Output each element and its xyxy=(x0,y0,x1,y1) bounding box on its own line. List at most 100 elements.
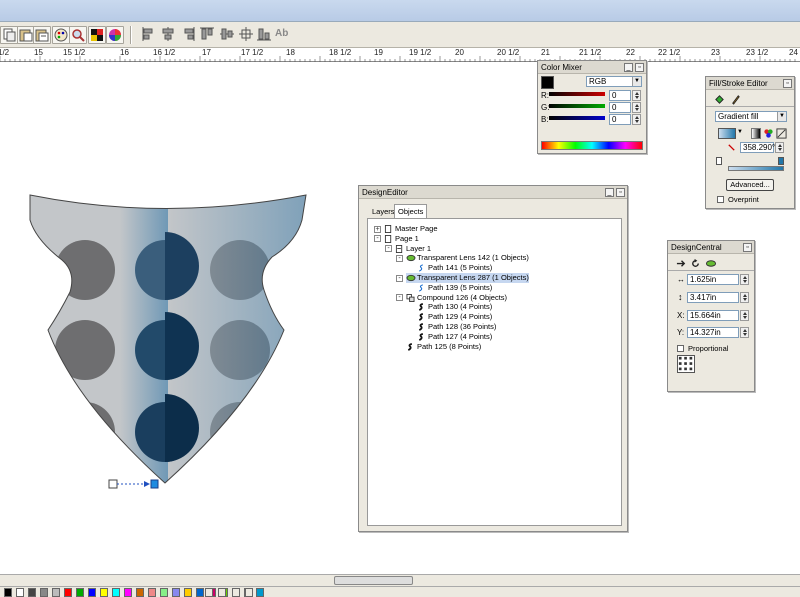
color-swatch[interactable] xyxy=(64,588,72,597)
color-palette-icon[interactable] xyxy=(52,26,70,44)
tree-expander[interactable]: - xyxy=(396,294,403,302)
red-slider[interactable] xyxy=(549,92,605,96)
green-slider[interactable] xyxy=(549,104,605,108)
color-grid-icon[interactable] xyxy=(88,26,106,44)
color-swatch[interactable] xyxy=(112,588,120,597)
color-wheel-icon[interactable] xyxy=(106,26,124,44)
width-spinner[interactable] xyxy=(740,274,749,285)
color-swatch[interactable] xyxy=(124,588,132,597)
close-icon[interactable]: ▫ xyxy=(743,243,752,252)
align-middle-icon[interactable] xyxy=(219,26,237,44)
color-swatch[interactable] xyxy=(148,588,156,597)
green-value-field[interactable]: 0 xyxy=(609,102,631,113)
color-dots-icon[interactable] xyxy=(763,128,774,139)
height-spinner[interactable] xyxy=(740,292,749,303)
advanced-button[interactable]: Advanced... xyxy=(726,179,774,191)
gradient-tool-icon[interactable] xyxy=(776,128,787,139)
horizontal-scrollbar[interactable] xyxy=(0,574,800,586)
text-style-icon[interactable]: Ab xyxy=(275,28,288,39)
color-spectrum[interactable] xyxy=(541,141,643,150)
stroke-pen-icon[interactable] xyxy=(730,94,741,105)
palette-button[interactable] xyxy=(218,588,226,597)
gradient-end-stop[interactable] xyxy=(778,157,784,165)
angle-spinner[interactable] xyxy=(775,142,784,153)
color-swatch[interactable] xyxy=(16,588,24,597)
width-field[interactable]: 1.625in xyxy=(687,274,739,285)
align-center-icon[interactable] xyxy=(160,26,178,44)
tree-expander[interactable]: - xyxy=(396,274,403,282)
minimize-icon[interactable]: _ xyxy=(605,188,614,197)
palette-button[interactable] xyxy=(232,588,240,597)
y-position-field[interactable]: 14.327in xyxy=(687,327,739,338)
x-spinner[interactable] xyxy=(740,310,749,321)
blue-slider[interactable] xyxy=(549,116,605,120)
color-swatch[interactable] xyxy=(160,588,168,597)
align-top-icon[interactable] xyxy=(199,26,217,44)
current-color-swatch[interactable] xyxy=(541,76,554,89)
tree-item[interactable]: Path 128 (36 Points) xyxy=(417,322,496,332)
lens-icon[interactable] xyxy=(705,258,717,269)
linear-gradient-icon[interactable] xyxy=(751,128,761,139)
color-swatch[interactable] xyxy=(88,588,96,597)
palette-button[interactable] xyxy=(205,588,213,597)
tree-item[interactable]: Path 129 (4 Points) xyxy=(417,312,492,322)
height-field[interactable]: 3.417in xyxy=(687,292,739,303)
green-spinner[interactable] xyxy=(632,102,641,113)
color-swatch[interactable] xyxy=(40,588,48,597)
proportional-checkbox[interactable] xyxy=(677,345,684,352)
tree-item[interactable]: Layer 1 xyxy=(395,244,431,254)
tree-expander[interactable]: - xyxy=(385,245,392,253)
overprint-checkbox[interactable] xyxy=(717,196,724,203)
color-swatch[interactable] xyxy=(4,588,12,597)
tree-expander[interactable]: - xyxy=(396,254,403,262)
shield-artwork[interactable] xyxy=(0,162,400,502)
color-swatch[interactable] xyxy=(184,588,192,597)
color-swatch[interactable] xyxy=(196,588,204,597)
color-model-select[interactable]: RGB ▼ xyxy=(586,76,642,87)
tree-item[interactable]: Page 1 xyxy=(384,234,419,244)
distribute-icon[interactable] xyxy=(238,26,256,44)
tree-item[interactable]: Transparent Lens 142 (1 Objects) xyxy=(406,253,529,263)
gradient-handle[interactable] xyxy=(108,479,159,489)
tab-objects[interactable]: Objects xyxy=(394,204,428,218)
tree-item[interactable]: Path 139 (5 Points) xyxy=(417,283,492,293)
align-bottom-icon[interactable] xyxy=(256,26,274,44)
tree-expander[interactable]: + xyxy=(374,225,381,233)
reference-point-grid[interactable] xyxy=(677,355,695,373)
y-spinner[interactable] xyxy=(740,327,749,338)
color-swatch[interactable] xyxy=(136,588,144,597)
chevron-down-icon[interactable]: ▼ xyxy=(737,129,745,138)
red-value-field[interactable]: 0 xyxy=(609,90,631,101)
gradient-start-stop[interactable] xyxy=(716,157,722,165)
tree-expander[interactable]: - xyxy=(374,235,381,243)
color-swatch[interactable] xyxy=(76,588,84,597)
restore-icon[interactable]: ▫ xyxy=(616,188,625,197)
color-swatch[interactable] xyxy=(172,588,180,597)
scrollbar-thumb[interactable] xyxy=(334,576,413,585)
minimize-icon[interactable]: _ xyxy=(624,63,633,72)
gradient-ramp[interactable] xyxy=(728,166,784,171)
zoom-icon[interactable] xyxy=(69,26,87,44)
tree-item[interactable]: Compound 126 (4 Objects) xyxy=(406,293,507,303)
blue-value-field[interactable]: 0 xyxy=(609,114,631,125)
move-arrow-icon[interactable] xyxy=(676,258,687,269)
close-icon[interactable]: ▫ xyxy=(783,79,792,88)
palette-button[interactable] xyxy=(245,588,253,597)
rotate-icon[interactable] xyxy=(690,258,701,269)
gradient-type-button[interactable] xyxy=(718,128,736,139)
tree-item[interactable]: Path 127 (4 Points) xyxy=(417,332,492,342)
restore-icon[interactable]: ▫ xyxy=(635,63,644,72)
angle-field[interactable]: 358.290° xyxy=(740,142,775,153)
tree-item[interactable]: Path 141 (5 Points) xyxy=(417,263,492,273)
fill-bucket-icon[interactable] xyxy=(714,94,725,105)
x-position-field[interactable]: 15.664in xyxy=(687,310,739,321)
color-swatch[interactable] xyxy=(52,588,60,597)
tree-item[interactable]: Path 125 (8 Points) xyxy=(406,342,481,352)
color-swatch[interactable] xyxy=(100,588,108,597)
align-right-icon[interactable] xyxy=(180,26,198,44)
align-left-icon[interactable] xyxy=(141,26,159,44)
tree-item[interactable]: Master Page xyxy=(384,224,438,234)
red-spinner[interactable] xyxy=(632,90,641,101)
tree-item[interactable]: Transparent Lens 287 (1 Objects) xyxy=(406,273,529,283)
tree-item[interactable]: Path 130 (4 Points) xyxy=(417,302,492,312)
